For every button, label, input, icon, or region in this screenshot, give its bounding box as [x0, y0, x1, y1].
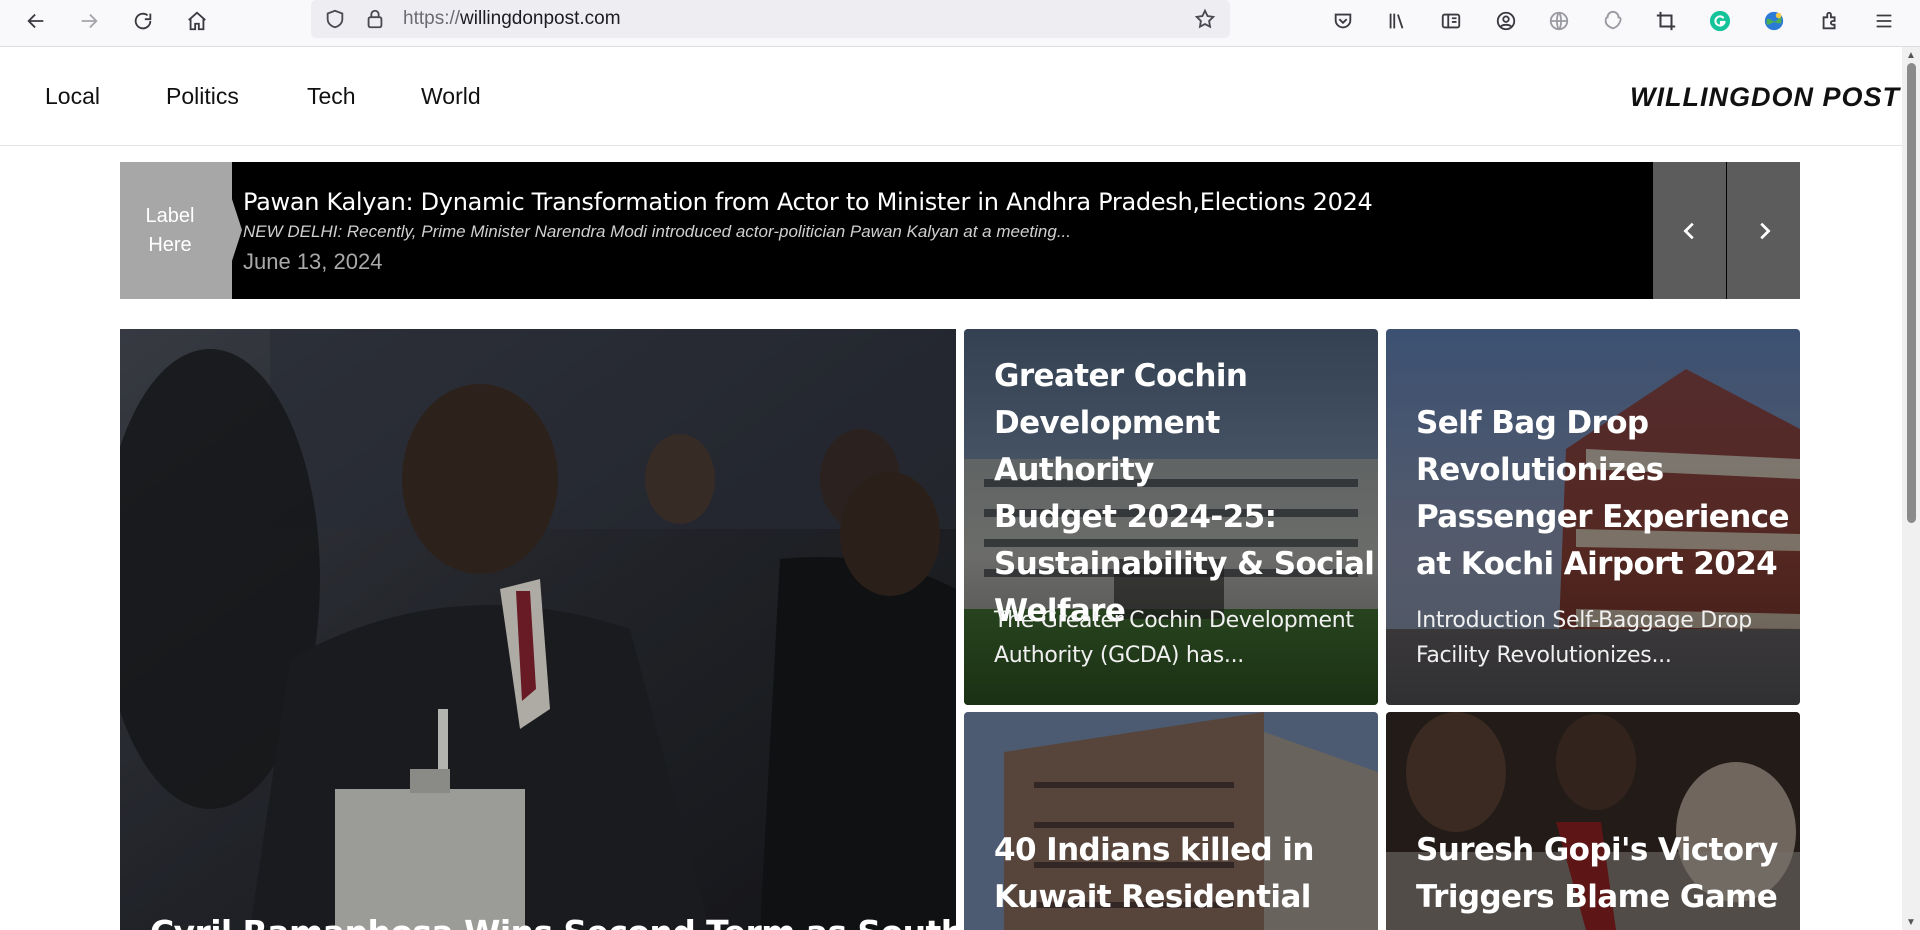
- nav-politics[interactable]: Politics: [166, 83, 239, 110]
- extension-icon[interactable]: [1596, 4, 1630, 38]
- account-icon[interactable]: [1489, 4, 1523, 38]
- nav-tech[interactable]: Tech: [307, 83, 356, 110]
- airport-card-title[interactable]: Self Bag Drop Revolutionizes Passenger E…: [1416, 400, 1790, 588]
- airport-title-line: Revolutionizes: [1416, 452, 1664, 488]
- gcda-card-excerpt: The Greater Cochin Development Authority…: [994, 603, 1354, 673]
- menu-icon[interactable]: [1867, 4, 1901, 38]
- site-header: Local Politics Tech World WILLINGDON POS…: [0, 47, 1902, 146]
- ticker-next-button[interactable]: [1727, 162, 1800, 299]
- feature-card-main[interactable]: Cyril Ramaphosa Wins Second Term as Sout…: [120, 329, 956, 930]
- scroll-up-icon[interactable]: ▲: [1905, 49, 1917, 61]
- ticker-headline[interactable]: Pawan Kalyan: Dynamic Transformation fro…: [243, 188, 1373, 216]
- reader-view-icon[interactable]: [1434, 4, 1468, 38]
- gopi-title-line: Suresh Gopi's Victory: [1416, 832, 1778, 868]
- library-icon[interactable]: [1380, 4, 1414, 38]
- browser-toolbar: https://willingdonpost.com: [0, 0, 1920, 47]
- gcda-title-line: Budget 2024-25:: [994, 499, 1277, 535]
- grammarly-icon[interactable]: [1703, 4, 1737, 38]
- url-bar[interactable]: https://willingdonpost.com: [311, 0, 1230, 38]
- scroll-down-icon[interactable]: ▼: [1905, 916, 1917, 928]
- news-ticker: Label Here Pawan Kalyan: Dynamic Transfor…: [120, 162, 1800, 299]
- url-protocol: https://: [403, 8, 461, 29]
- shield-icon[interactable]: [321, 5, 349, 33]
- main-card-title[interactable]: Cyril Ramaphosa Wins Second Term as Sout…: [150, 909, 956, 930]
- scroll-thumb[interactable]: [1907, 63, 1916, 523]
- ticker-prev-button[interactable]: [1653, 162, 1726, 299]
- site-logo[interactable]: WILLINGDON POST: [1630, 82, 1900, 113]
- puzzle-icon[interactable]: [1813, 4, 1847, 38]
- feature-card-airport[interactable]: Self Bag Drop Revolutionizes Passenger E…: [1386, 329, 1800, 705]
- airport-title-line: Passenger Experience: [1416, 499, 1790, 535]
- gcda-excerpt-line: Authority (GCDA) has...: [994, 643, 1244, 668]
- chevron-right-icon: [1759, 222, 1771, 239]
- kuwait-title-line: Kuwait Residential: [994, 879, 1311, 915]
- airport-excerpt-line: Facility Revolutionizes...: [1416, 643, 1672, 668]
- gcda-card-title[interactable]: Greater Cochin Development Authority Bud…: [994, 353, 1378, 635]
- kuwait-title-line: 40 Indians killed in: [994, 832, 1314, 868]
- home-icon[interactable]: [180, 4, 214, 38]
- ticker-excerpt: NEW DELHI: Recently, Prime Minister Nare…: [243, 222, 1072, 241]
- url-host: willingdonpost.com: [460, 8, 621, 29]
- feature-card-gcda[interactable]: Greater Cochin Development Authority Bud…: [964, 329, 1378, 705]
- main-card-shade: [120, 329, 956, 930]
- gcda-title-line: Greater Cochin: [994, 358, 1248, 394]
- page-scrollbar[interactable]: ▲ ▼: [1902, 47, 1920, 930]
- gcda-title-line: Sustainability & Social: [994, 546, 1375, 582]
- pocket-icon[interactable]: [1326, 4, 1360, 38]
- feature-card-gopi[interactable]: Suresh Gopi's Victory Triggers Blame Gam…: [1386, 712, 1800, 930]
- bookmark-star-icon[interactable]: [1191, 5, 1219, 33]
- ticker-date: June 13, 2024: [243, 249, 383, 274]
- forward-icon[interactable]: [72, 4, 106, 38]
- colorful-globe-icon[interactable]: [1757, 4, 1791, 38]
- airport-title-line: Self Bag Drop: [1416, 405, 1649, 441]
- gcda-title-line: Development Authority: [994, 405, 1220, 488]
- url-text[interactable]: https://willingdonpost.com: [403, 8, 621, 30]
- airport-title-line: at Kochi Airport 2024: [1416, 546, 1778, 582]
- nav-local[interactable]: Local: [45, 83, 100, 110]
- feature-card-kuwait[interactable]: 40 Indians killed in Kuwait Residential: [964, 712, 1378, 930]
- back-icon[interactable]: [19, 4, 53, 38]
- ticker-label-line1: Label: [145, 204, 195, 227]
- crop-icon[interactable]: [1649, 4, 1683, 38]
- gopi-title-line: Triggers Blame Game in: [1416, 879, 1778, 930]
- kuwait-card-title[interactable]: 40 Indians killed in Kuwait Residential: [994, 827, 1314, 921]
- lock-icon[interactable]: [361, 5, 389, 33]
- globe-icon[interactable]: [1542, 4, 1576, 38]
- chevron-left-icon: [1682, 222, 1694, 239]
- reload-icon[interactable]: [126, 4, 160, 38]
- gopi-card-title[interactable]: Suresh Gopi's Victory Triggers Blame Gam…: [1416, 827, 1800, 930]
- airport-excerpt-line: Introduction Self-Baggage Drop: [1416, 608, 1752, 633]
- ticker-label-line2: Here: [148, 233, 192, 256]
- gcda-excerpt-line: The Greater Cochin Development: [994, 608, 1354, 633]
- nav-world[interactable]: World: [421, 83, 481, 110]
- ticker-label: Label Here: [120, 162, 232, 299]
- airport-card-excerpt: Introduction Self-Baggage Drop Facility …: [1416, 603, 1752, 673]
